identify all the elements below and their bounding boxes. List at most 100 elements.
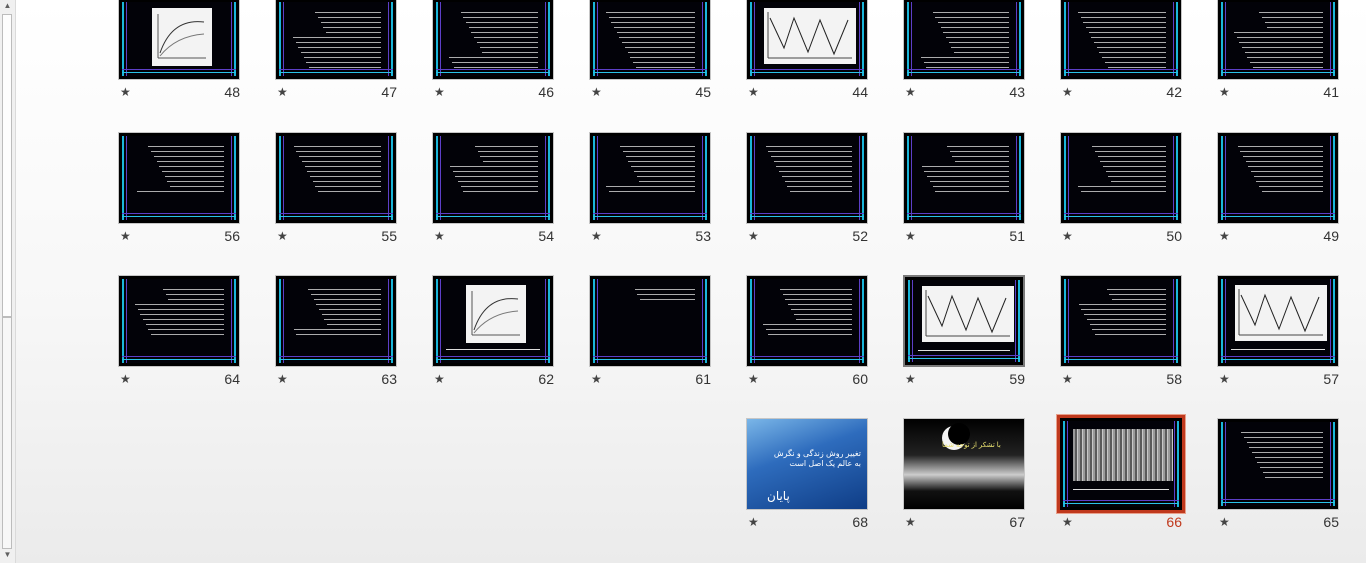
slide-thumbnail-59[interactable]: ★ 59: [903, 275, 1025, 387]
slide-preview[interactable]: [432, 0, 554, 80]
slide-frame-bar: [279, 213, 393, 214]
slide-preview[interactable]: [275, 0, 397, 80]
slide-thumbnail-60[interactable]: ★ 60: [746, 275, 868, 387]
slide-preview[interactable]: [746, 0, 868, 80]
slide-preview[interactable]: [589, 0, 711, 80]
slide-preview[interactable]: [1060, 275, 1182, 367]
slide-frame-bar: [1176, 136, 1178, 220]
slide-thumbnail-53[interactable]: ★ 53: [589, 132, 711, 244]
slide-preview[interactable]: [118, 275, 240, 367]
slide-frame-bar: [1063, 421, 1065, 507]
slide-figure: [922, 286, 1014, 342]
slide-frame-bar: [1064, 216, 1178, 217]
slide-thumbnail-68[interactable]: تغییر روش زندگی و نگرش به عالم یک اصل اس…: [746, 418, 868, 530]
slide-frame-bar: [391, 279, 393, 363]
slide-caption-line: [1073, 489, 1169, 490]
slide-thumbnail-51[interactable]: ★ 51: [903, 132, 1025, 244]
slide-preview[interactable]: تغییر روش زندگی و نگرش به عالم یک اصل اس…: [746, 418, 868, 510]
slide-transition-star-icon: ★: [748, 372, 759, 386]
slide-number: 43: [1009, 84, 1025, 100]
slide-thumbnail-42[interactable]: ★ 42: [1060, 0, 1182, 110]
slide-preview[interactable]: [432, 132, 554, 224]
slide-preview[interactable]: [1217, 0, 1339, 80]
slide-frame-bar: [911, 2, 912, 76]
slide-frame-bar: [750, 359, 864, 360]
scrollbar-thumb[interactable]: [2, 14, 12, 317]
slide-thumbnail-55[interactable]: ★ 55: [275, 132, 397, 244]
slide-transition-star-icon: ★: [905, 372, 916, 386]
slide-frame-bar: [1063, 503, 1179, 504]
slide-frame-bar: [440, 279, 441, 363]
slide-thumbnail-46[interactable]: ★ 46: [432, 0, 554, 110]
slide-thumbnail-61[interactable]: ★ 61: [589, 275, 711, 387]
slide-preview[interactable]: [1060, 0, 1182, 80]
slide-preview[interactable]: [589, 275, 711, 367]
slide-thumbnail-57[interactable]: ★ 57: [1217, 275, 1339, 387]
slide-preview[interactable]: [432, 275, 554, 367]
slide-number: 50: [1166, 228, 1182, 244]
slide-preview[interactable]: [903, 0, 1025, 80]
slide-frame-bar: [279, 359, 393, 360]
slide-background: [279, 2, 393, 76]
slide-thumbnail-58[interactable]: ★ 58: [1060, 275, 1182, 387]
slide-thumbnail-56[interactable]: ★ 56: [118, 132, 240, 244]
slide-background: [750, 2, 864, 76]
slide-number: 41: [1323, 84, 1339, 100]
slide-frame-bar: [548, 2, 550, 76]
slide-preview[interactable]: [118, 132, 240, 224]
slide-thumbnail-65[interactable]: ★ 65: [1217, 418, 1339, 530]
slide-thumbnail-63[interactable]: ★ 63: [275, 275, 397, 387]
vertical-scrollbar[interactable]: ▲ ▼: [0, 0, 16, 563]
slide-preview[interactable]: [903, 132, 1025, 224]
slide-preview[interactable]: [903, 275, 1025, 367]
slide-preview[interactable]: [1057, 415, 1185, 513]
slide-number: 53: [695, 228, 711, 244]
slide-preview[interactable]: [118, 0, 240, 80]
slide-frame-bar: [907, 213, 1021, 214]
slide-frame-bar: [545, 2, 546, 76]
slide-preview[interactable]: [1060, 132, 1182, 224]
slide-preview[interactable]: با تشکر از توجه شما: [903, 418, 1025, 510]
slide-frame-bar: [1067, 421, 1068, 507]
triangle-up-icon[interactable]: ▲: [2, 0, 13, 11]
slide-preview[interactable]: [1217, 418, 1339, 510]
slide-thumbnail-67[interactable]: با تشکر از توجه شما ★ 67: [903, 418, 1025, 530]
slide-transition-star-icon: ★: [591, 85, 602, 99]
slide-frame-bar: [1221, 216, 1335, 217]
slide-thumbnail-62[interactable]: ★ 62: [432, 275, 554, 387]
slide-photo: [1073, 429, 1173, 481]
slide-thumbnail-44[interactable]: ★ 44: [746, 0, 868, 110]
slide-thumbnail-54[interactable]: ★ 54: [432, 132, 554, 244]
slide-preview[interactable]: [275, 132, 397, 224]
slide-thumbnail-66[interactable]: ★ 66: [1057, 415, 1185, 530]
slide-preview[interactable]: [1217, 132, 1339, 224]
slide-thumbnail-50[interactable]: ★ 50: [1060, 132, 1182, 244]
slide-preview[interactable]: [746, 275, 868, 367]
slide-frame-bar: [1221, 72, 1335, 73]
slide-preview[interactable]: [1217, 275, 1339, 367]
slide-frame-bar: [548, 279, 550, 363]
slide-thumbnail-52[interactable]: ★ 52: [746, 132, 868, 244]
slide-frame-bar: [1016, 2, 1017, 76]
slide-frame-bar: [1064, 136, 1066, 220]
slide-number: 44: [852, 84, 868, 100]
slide-background: [750, 136, 864, 220]
slide-thumbnail-49[interactable]: ★ 49: [1217, 132, 1339, 244]
slide-thumbnail-43[interactable]: ★ 43: [903, 0, 1025, 110]
scrollbar-track-lower[interactable]: [2, 317, 12, 549]
slide-text-lines: [291, 146, 381, 196]
slide-thumbnail-45[interactable]: ★ 45: [589, 0, 711, 110]
slide-thumbnail-48[interactable]: ★ 48: [118, 0, 240, 110]
slide-thumbnail-41[interactable]: ★ 41: [1217, 0, 1339, 110]
slide-transition-star-icon: ★: [434, 229, 445, 243]
slide-preview[interactable]: [275, 275, 397, 367]
slide-preview[interactable]: [746, 132, 868, 224]
slide-thumbnail-47[interactable]: ★ 47: [275, 0, 397, 110]
triangle-down-icon[interactable]: ▼: [2, 549, 13, 560]
slide-frame-bar: [1330, 279, 1331, 363]
slide-preview[interactable]: [589, 132, 711, 224]
slide-frame-bar: [702, 279, 703, 363]
slide-transition-star-icon: ★: [277, 372, 288, 386]
slide-thumbnail-64[interactable]: ★ 64: [118, 275, 240, 387]
slide-frame-bar: [1064, 359, 1178, 360]
